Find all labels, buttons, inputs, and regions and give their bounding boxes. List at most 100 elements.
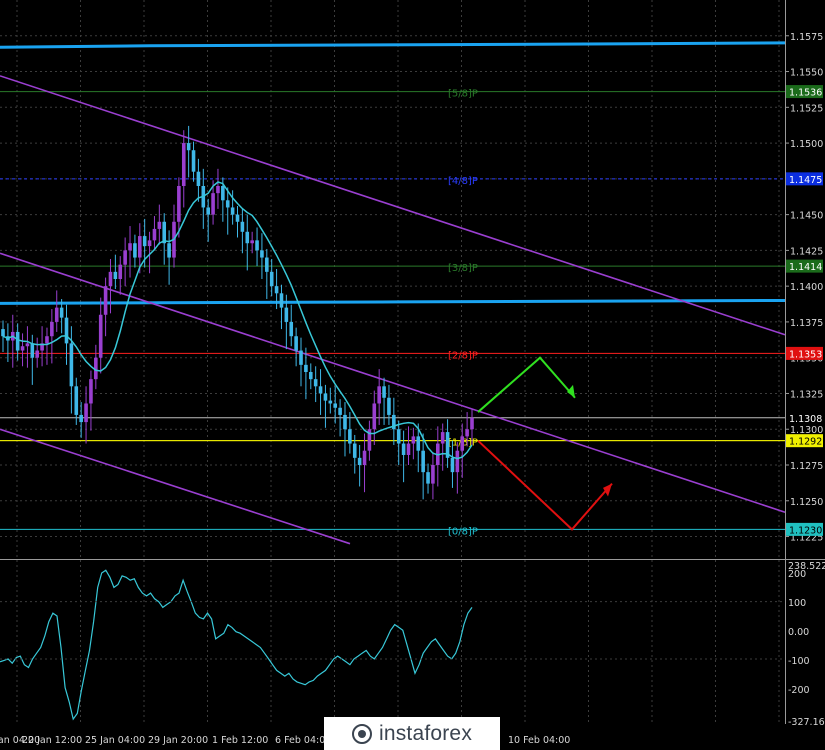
candle-body	[406, 443, 411, 455]
candle-body	[250, 240, 254, 244]
cci-tick-label: 200	[788, 569, 806, 580]
bearish-arrowhead	[603, 483, 612, 497]
candle-body	[128, 243, 132, 251]
candle-body	[357, 457, 362, 465]
bullish-forecast-arrow	[477, 356, 576, 413]
candle-body	[411, 436, 416, 444]
price-tick-label: 1.1575	[790, 32, 823, 43]
candle-body	[50, 321, 54, 337]
candle-body	[377, 386, 381, 404]
candle-body	[211, 193, 215, 215]
candle-body	[348, 429, 352, 444]
candle-body	[455, 450, 460, 473]
chart-grid	[0, 0, 825, 724]
cci-tick-label: 0.00	[788, 627, 809, 638]
candle-body	[15, 331, 20, 351]
candle-body	[245, 231, 250, 244]
candle-body	[431, 465, 435, 484]
candle-body	[323, 393, 328, 401]
price-tick-label: 1.1450	[790, 211, 823, 222]
resistance-line	[0, 41, 786, 49]
price-axis: 1.1575 1.1550 1.1525 1.1500 1.1475 1.1450 1.14…	[785, 0, 825, 728]
candle-body	[103, 286, 108, 315]
candle-body	[108, 271, 113, 287]
candle-body	[25, 343, 30, 347]
candle-body	[74, 386, 79, 415]
time-tick-label: 25 Jan 04:00	[85, 735, 145, 746]
candle-body	[69, 343, 74, 387]
bearish-forecast-arrow	[477, 439, 613, 531]
candle-body	[221, 186, 225, 201]
murrey-level-label: [5/8]P	[448, 89, 478, 100]
time-tick-label: 29 Jan 20:00	[148, 735, 208, 746]
price-tick-label: 1.1400	[790, 282, 823, 293]
candle-body	[426, 472, 430, 484]
price-tick-label: 1.1275	[790, 461, 823, 472]
candle-body	[343, 414, 347, 430]
candle-body	[206, 207, 210, 215]
murrey-levels: [5/8]P[4/8]P[3/8]P[2/8]P[1/8]P[0/8]P	[0, 41, 786, 537]
candle-body	[152, 228, 157, 241]
candle-body	[465, 429, 469, 437]
candle-body	[98, 314, 103, 358]
price-tick-label: 1.1325	[790, 389, 823, 400]
candle-body	[460, 436, 465, 451]
candle-body	[1, 329, 5, 337]
candle-body	[133, 243, 137, 258]
candle-body	[255, 240, 259, 251]
candle-body	[84, 403, 88, 423]
candle-body	[45, 336, 49, 344]
channel-lower-line	[0, 428, 351, 545]
candle-body	[387, 397, 391, 415]
candle-body	[123, 250, 127, 265]
candle-body	[421, 450, 425, 473]
candle-body	[265, 257, 269, 272]
channel-upper-line	[0, 75, 786, 336]
candle-body	[181, 143, 186, 186]
candle-body	[230, 207, 235, 215]
candle-body	[440, 432, 445, 444]
candle-body	[54, 307, 59, 322]
murrey-level-label: [2/8]P	[448, 350, 478, 361]
price-level-tag-label: 1.1475	[789, 175, 822, 186]
price-tick-label: 1.1375	[790, 318, 823, 329]
candle-body	[167, 243, 171, 258]
price-level-tag-label: 1.1414	[789, 262, 822, 273]
price-tick-label: 1.1550	[790, 68, 823, 79]
candle-body	[274, 286, 279, 294]
candle-body	[142, 236, 147, 247]
candle-body	[216, 186, 220, 194]
candle-body	[137, 236, 142, 258]
support-line	[0, 298, 786, 305]
price-level-tag-label: 1.1536	[789, 88, 822, 99]
cci-line	[0, 569, 473, 721]
candle-body	[279, 293, 284, 308]
cci-tick-label: -327.1677	[788, 717, 825, 728]
price-level-tag-label: 1.1230	[789, 525, 822, 536]
candle-body	[177, 186, 181, 222]
candle-body	[162, 221, 167, 244]
price-tick-label: 1.1250	[790, 497, 823, 508]
forecast-arrows	[477, 356, 613, 531]
candle-body	[147, 240, 152, 247]
candle-body	[416, 436, 421, 451]
candle-body	[240, 221, 245, 232]
time-tick-label: 22 Jan 12:00	[22, 735, 82, 746]
candle-body	[196, 171, 201, 186]
instaforex-logo: instaforex	[324, 717, 500, 750]
candle-body	[269, 271, 274, 287]
candle-body	[313, 379, 318, 387]
price-tick-label: 1.1525	[790, 103, 823, 114]
cci-indicator	[0, 569, 785, 721]
time-tick-label: 1 Feb 12:00	[212, 735, 268, 746]
trend-channels	[0, 75, 786, 545]
candle-body	[284, 307, 289, 322]
channel-middle-line	[0, 252, 786, 513]
candle-body	[20, 346, 25, 351]
murrey-level-label: [4/8]P	[448, 176, 478, 187]
candle-body	[308, 372, 313, 380]
candle-body	[59, 307, 64, 318]
candle-body	[186, 143, 191, 151]
candle-body	[294, 336, 298, 351]
price-level-tag-label: 1.1308	[789, 414, 822, 425]
